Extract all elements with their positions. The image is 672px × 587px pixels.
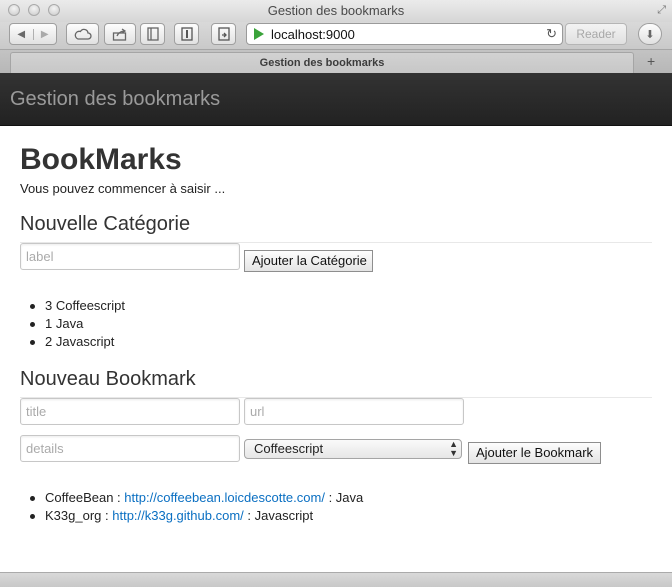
bookmark-details-input[interactable] bbox=[20, 435, 240, 462]
bookmark-url-input[interactable] bbox=[244, 398, 464, 425]
reload-icon[interactable]: ↻ bbox=[546, 26, 557, 42]
bookmark-title-input[interactable] bbox=[20, 398, 240, 425]
page-subtitle: Vous pouvez commencer à saisir ... bbox=[20, 181, 226, 196]
bullet bbox=[30, 340, 35, 345]
bookmark-form-heading: Nouveau Bookmark bbox=[20, 368, 196, 390]
category-name: Java bbox=[55, 316, 84, 331]
top-sites-button[interactable] bbox=[174, 23, 199, 45]
download-icon: ⬇ bbox=[645, 28, 655, 41]
category-list: 3 Coffeescript 1 Java 2 Javascript bbox=[20, 297, 125, 351]
category-count: 1 bbox=[45, 316, 53, 331]
add-category-button[interactable]: Ajouter la Catégorie bbox=[244, 250, 373, 272]
new-tab-icon[interactable]: + bbox=[647, 53, 655, 69]
book-icon bbox=[146, 27, 159, 41]
address-text: localhost:9000 bbox=[271, 27, 355, 42]
category-count: 2 bbox=[45, 334, 53, 349]
bookmark-title: K33g_org bbox=[45, 508, 102, 523]
bullet bbox=[30, 514, 35, 519]
cloud-icon bbox=[74, 28, 92, 40]
category-name: Coffeescript bbox=[55, 298, 125, 313]
bookmark-category: Java bbox=[335, 490, 364, 505]
reading-list-icon bbox=[180, 27, 193, 41]
category-label-input[interactable] bbox=[20, 243, 240, 270]
list-item: CoffeeBean : http://coffeebean.loicdesco… bbox=[20, 489, 363, 507]
tab-bar: Gestion des bookmarks + bbox=[0, 49, 672, 73]
icloud-tabs-button[interactable] bbox=[66, 23, 99, 45]
tab-active[interactable]: Gestion des bookmarks bbox=[10, 52, 634, 73]
forward-icon[interactable]: ▶ bbox=[34, 29, 57, 40]
list-item: 1 Java bbox=[20, 315, 125, 333]
share-button[interactable] bbox=[104, 23, 136, 45]
category-select-value: Coffeescript bbox=[254, 441, 324, 456]
navbar: Gestion des bookmarks bbox=[0, 73, 672, 126]
window-title: Gestion des bookmarks bbox=[267, 3, 405, 18]
list-item: 3 Coffeescript bbox=[20, 297, 125, 315]
downloads-button[interactable]: ⬇ bbox=[638, 23, 662, 45]
bookmark-link[interactable]: http://k33g.github.com/ bbox=[112, 508, 244, 523]
reader-button[interactable]: Reader bbox=[565, 23, 627, 45]
back-icon[interactable]: ◀ bbox=[10, 28, 34, 40]
category-count: 3 bbox=[45, 298, 53, 313]
bookmarks-sidebar-button[interactable] bbox=[140, 23, 165, 45]
category-select[interactable]: Coffeescript ▲ ▼ bbox=[244, 439, 462, 459]
bullet bbox=[30, 496, 35, 501]
fullscreen-icon[interactable]: ⤢ bbox=[657, 4, 666, 17]
select-arrows-icon: ▲ ▼ bbox=[449, 439, 458, 458]
bookmark-title: CoffeeBean bbox=[45, 490, 114, 505]
bookmark-link[interactable]: http://coffeebean.loicdescotte.com/ bbox=[124, 490, 325, 505]
category-form-heading: Nouvelle Catégorie bbox=[20, 213, 191, 235]
list-item: K33g_org : http://k33g.github.com/ : Jav… bbox=[20, 507, 363, 525]
window-titlebar: Gestion des bookmarks ⤢ bbox=[0, 0, 672, 22]
go-icon bbox=[254, 28, 264, 40]
address-bar[interactable]: localhost:9000 ↻ bbox=[246, 23, 563, 45]
list-item: 2 Javascript bbox=[20, 333, 125, 351]
brand-link[interactable]: Gestion des bookmarks bbox=[10, 88, 220, 111]
status-bar bbox=[0, 572, 672, 587]
bullet bbox=[30, 304, 35, 309]
add-bookmark-button[interactable]: Ajouter le Bookmark bbox=[468, 442, 601, 464]
bookmark-category: Javascript bbox=[254, 508, 314, 523]
category-name: Javascript bbox=[55, 334, 115, 349]
share-icon bbox=[112, 27, 127, 41]
send-to-button[interactable] bbox=[211, 23, 236, 45]
back-forward-buttons: ◀ ▶ bbox=[9, 23, 57, 45]
bullet bbox=[30, 322, 35, 327]
bookmark-list: CoffeeBean : http://coffeebean.loicdesco… bbox=[20, 489, 363, 525]
send-icon bbox=[217, 27, 230, 41]
page-title: BookMarks bbox=[20, 143, 182, 176]
browser-toolbar: ◀ ▶ localhost:9000 ↻ Reader ⬇ bbox=[0, 22, 672, 49]
